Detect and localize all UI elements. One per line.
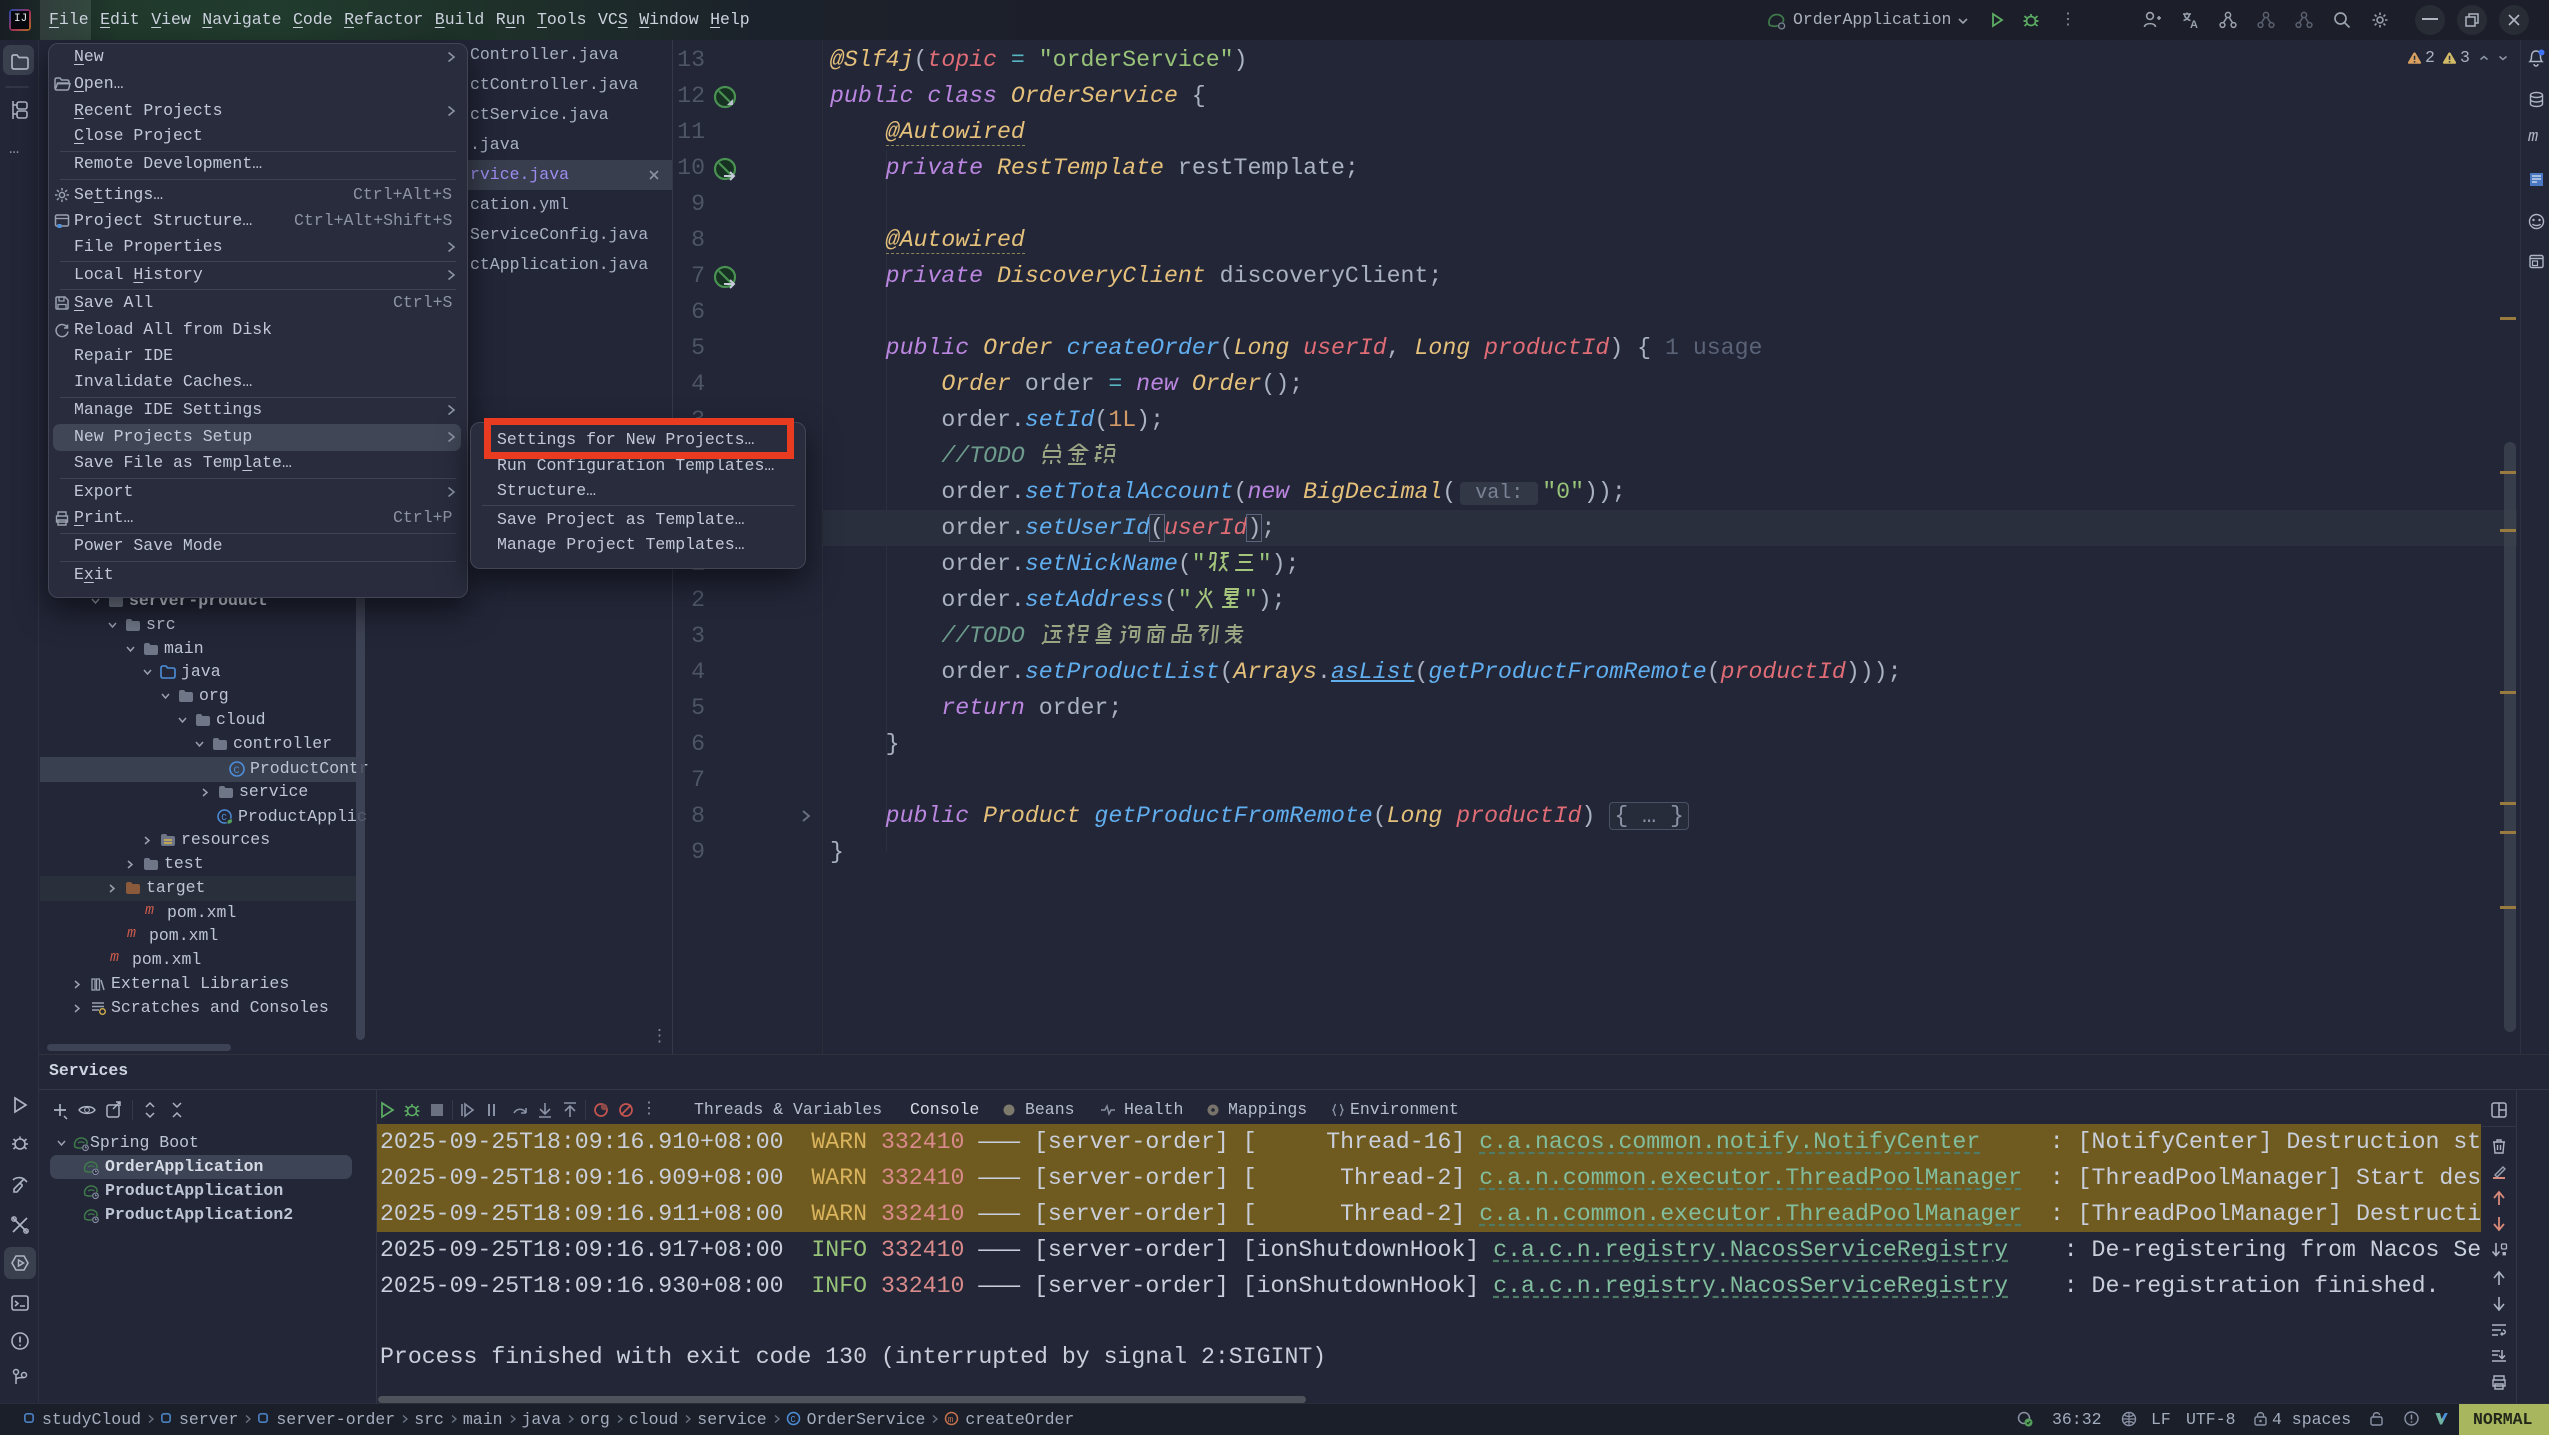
svg-text:C: C bbox=[790, 1415, 796, 1425]
svg-text:C: C bbox=[234, 766, 240, 777]
svg-text:C: C bbox=[221, 812, 227, 823]
svg-text:A: A bbox=[2190, 19, 2198, 30]
svg-text:m: m bbox=[948, 1415, 953, 1425]
